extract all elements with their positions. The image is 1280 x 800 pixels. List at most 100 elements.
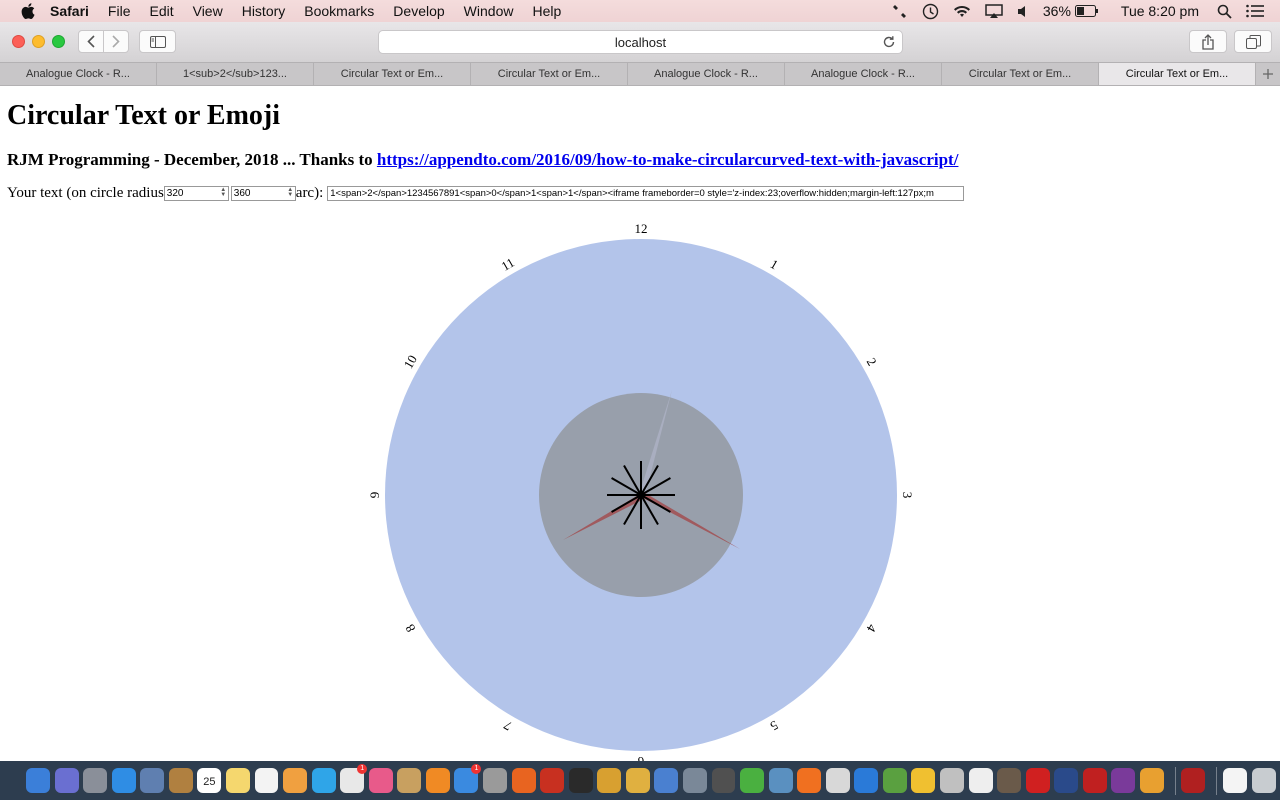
browser-tab[interactable]: Analogue Clock - R... — [628, 63, 785, 85]
dock-app-icon[interactable] — [568, 768, 593, 793]
radius-stepper[interactable]: ▲ ▼ — [220, 187, 227, 199]
menu-bar: Safari File Edit View History Bookmarks … — [0, 0, 1280, 22]
dock-app-icon[interactable] — [968, 768, 993, 793]
show-tabs-button[interactable] — [1234, 30, 1272, 53]
dock-app-icon[interactable] — [511, 768, 536, 793]
documents-stack-icon[interactable] — [1222, 768, 1247, 793]
dock-app-icon[interactable] — [740, 768, 765, 793]
reload-icon[interactable] — [882, 35, 896, 49]
dock-app-icon[interactable] — [311, 768, 336, 793]
center-star-spoke — [611, 477, 671, 513]
edit-menu[interactable]: Edit — [149, 3, 173, 19]
dock-app-icon[interactable] — [283, 768, 308, 793]
subtitle-text: RJM Programming - December, 2018 ... Tha… — [7, 150, 377, 169]
file-menu[interactable]: File — [108, 3, 131, 19]
wifi-icon[interactable] — [953, 4, 971, 18]
dock-app-icon[interactable] — [254, 768, 279, 793]
dock-app-icon[interactable] — [597, 768, 622, 793]
volume-icon[interactable] — [1017, 5, 1029, 18]
tools-status-icon[interactable] — [892, 3, 908, 19]
dock-app-icon[interactable] — [140, 768, 165, 793]
dock-app-icon[interactable] — [397, 768, 422, 793]
zoom-window-button[interactable] — [52, 35, 65, 48]
dock-app-icon[interactable] — [911, 768, 936, 793]
close-window-button[interactable] — [12, 35, 25, 48]
battery-icon[interactable] — [1074, 5, 1099, 17]
new-tab-button[interactable] — [1256, 63, 1280, 85]
plus-icon — [1263, 69, 1273, 79]
window-menu[interactable]: Window — [464, 3, 514, 19]
dock-app-icon[interactable] — [540, 768, 565, 793]
dock-app-icon[interactable] — [854, 768, 879, 793]
apple-menu-icon[interactable] — [20, 3, 36, 19]
arc-input[interactable]: 360 ▲ ▼ — [230, 186, 296, 201]
spotlight-icon[interactable] — [1217, 4, 1232, 19]
dock-app-icon[interactable] — [1111, 768, 1136, 793]
dock-app-icon[interactable] — [711, 768, 736, 793]
app-menu[interactable]: Safari — [50, 3, 89, 19]
dock-app-icon[interactable] — [940, 768, 964, 793]
sidebar-icon — [149, 35, 166, 48]
address-bar[interactable]: localhost — [378, 30, 903, 54]
dock-app-icon[interactable] — [111, 768, 136, 793]
share-button[interactable] — [1189, 30, 1227, 53]
dock-app-icon[interactable]: 1 — [454, 764, 482, 793]
dock-app-icon[interactable] — [368, 768, 393, 793]
dock-app-icon[interactable] — [1054, 768, 1079, 793]
controls-label: Your text (on circle radius — [7, 185, 164, 201]
dock-app-icon[interactable] — [1082, 768, 1107, 793]
dock-app-icon[interactable]: 1 — [340, 764, 368, 793]
history-menu[interactable]: History — [242, 3, 286, 19]
arc-stepper[interactable]: ▲ ▼ — [287, 187, 294, 199]
clock-inner-dial — [539, 393, 743, 597]
time-machine-icon[interactable] — [922, 3, 939, 20]
dock-app-icon[interactable] — [54, 768, 79, 793]
dock-app-icon[interactable] — [168, 768, 193, 793]
view-menu[interactable]: View — [193, 3, 223, 19]
browser-tab[interactable]: Analogue Clock - R... — [785, 63, 942, 85]
credit-link[interactable]: https://appendto.com/2016/09/how-to-make… — [377, 150, 959, 169]
forward-button[interactable] — [103, 30, 129, 53]
back-button[interactable] — [78, 30, 104, 53]
minimize-window-button[interactable] — [32, 35, 45, 48]
develop-menu[interactable]: Develop — [393, 3, 444, 19]
browser-window: localhost Analogue Clock - R... 1<sub>2<… — [0, 22, 1280, 761]
dock-app-icon[interactable] — [682, 768, 707, 793]
menubar-clock[interactable]: Tue 8:20 pm — [1121, 3, 1199, 19]
dock-app-icon[interactable] — [1025, 768, 1050, 793]
browser-tab[interactable]: Analogue Clock - R... — [0, 63, 157, 85]
dock-app-icon[interactable] — [797, 768, 822, 793]
dock-app-icon[interactable] — [882, 768, 907, 793]
dock-app-icon[interactable] — [483, 768, 507, 793]
dock-app-icon[interactable] — [768, 768, 793, 793]
arc-value: 360 — [233, 188, 251, 199]
bookmarks-menu[interactable]: Bookmarks — [304, 3, 374, 19]
dock-app-icon[interactable] — [225, 768, 250, 793]
dock-app-icon[interactable] — [425, 768, 450, 793]
clock-face — [385, 239, 897, 751]
dock-app-icon[interactable] — [1181, 768, 1206, 793]
browser-tab[interactable]: 1<sub>2</sub>123... — [157, 63, 314, 85]
sidebar-toggle-button[interactable] — [139, 30, 176, 53]
dock-app-icon[interactable] — [825, 768, 850, 793]
airplay-icon[interactable] — [985, 3, 1003, 19]
help-menu[interactable]: Help — [532, 3, 561, 19]
notification-center-icon[interactable] — [1246, 4, 1264, 18]
browser-tab[interactable]: Circular Text or Em... — [314, 63, 471, 85]
clock-numeral: 5 — [768, 718, 781, 734]
radius-input[interactable]: 320 ▲ ▼ — [163, 186, 229, 201]
dock-app-icon[interactable] — [654, 768, 679, 793]
browser-tab[interactable]: Circular Text or Em... — [471, 63, 628, 85]
clock-numeral: 6 — [637, 754, 644, 761]
dock-app-icon[interactable] — [625, 768, 650, 793]
dock-app-icon[interactable] — [997, 768, 1022, 793]
dock-app-icon[interactable] — [26, 768, 50, 793]
browser-tab[interactable]: Circular Text or Em... — [942, 63, 1099, 85]
calendar-dock-icon[interactable]: 25 — [197, 768, 222, 793]
dock-app-icon[interactable] — [1139, 768, 1164, 793]
browser-tab-active[interactable]: Circular Text or Em... — [1099, 63, 1256, 85]
tab-bar: Analogue Clock - R... 1<sub>2</sub>123..… — [0, 62, 1280, 86]
circular-text-input[interactable]: 1<span>2</span>1234567891<span>0</span>1… — [327, 186, 965, 201]
dock-app-icon[interactable] — [83, 768, 108, 793]
trash-icon[interactable] — [1251, 768, 1276, 793]
